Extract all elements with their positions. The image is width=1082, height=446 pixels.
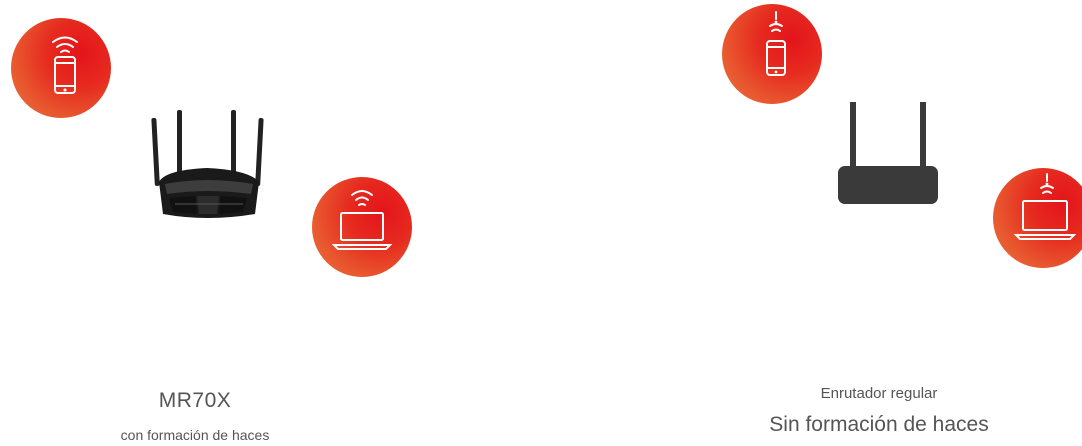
phone-warning-icon: [766, 11, 786, 76]
no-beamforming-title: Sin formación de haces: [769, 413, 989, 436]
beamforming-caption: con formación de haces: [120, 427, 270, 443]
laptop-circle-right: [993, 168, 1082, 268]
phone-circle-left: [11, 18, 111, 118]
laptop-circle-left: [312, 177, 412, 277]
laptop-wifi-icon: [331, 190, 393, 250]
regular-router-caption: Enrutador regular: [820, 385, 938, 402]
phone-circle-right: [722, 4, 822, 104]
router-icon: [838, 102, 938, 204]
laptop-warning-icon: [1013, 173, 1077, 240]
product-title-mr70x: MR70X: [158, 389, 232, 412]
router-icon: [151, 110, 264, 218]
phone-wifi-icon: [52, 36, 78, 94]
